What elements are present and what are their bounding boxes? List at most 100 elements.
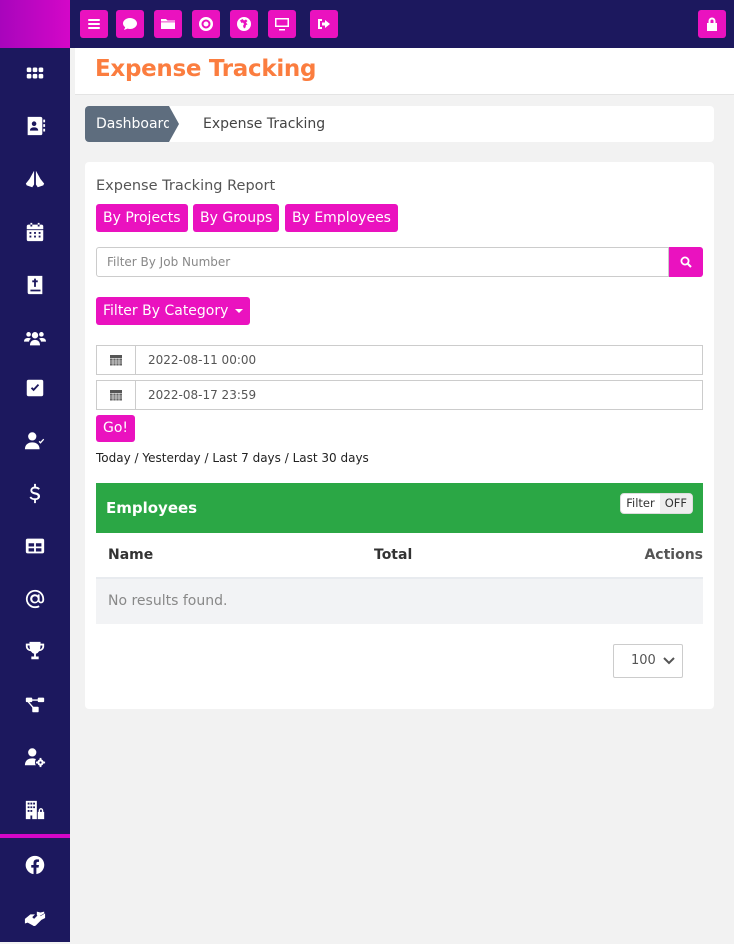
globe-icon: [237, 17, 251, 31]
table-empty-row: No results found.: [96, 577, 703, 624]
caret-down-icon: [234, 309, 243, 313]
bible-icon: [27, 275, 43, 295]
range-separator: /: [280, 451, 293, 465]
sign-out-button[interactable]: [310, 10, 338, 38]
at-icon: [25, 589, 45, 609]
range-today-link[interactable]: Today: [96, 451, 131, 465]
by-projects-button[interactable]: By Projects: [96, 204, 188, 232]
table-icon: [25, 538, 45, 554]
date-to-field[interactable]: 2022-08-17 23:59: [96, 380, 703, 410]
calendar-icon: [26, 222, 44, 242]
building-lock-icon: [25, 800, 45, 820]
employees-panel-title: Employees: [106, 499, 198, 517]
filter-toggle-label: Filter: [626, 496, 655, 510]
dollar-icon: [29, 483, 41, 504]
chevron-down-icon: [663, 657, 675, 665]
date-to-addon: [97, 381, 136, 409]
users-icon: [24, 332, 46, 346]
menu-icon: [88, 19, 100, 29]
column-header-actions: Actions: [644, 547, 703, 563]
search-button[interactable]: [669, 247, 703, 277]
user-cog-icon: [24, 748, 46, 768]
user-check-icon: [24, 432, 45, 450]
range-yesterday-link[interactable]: Yesterday: [142, 451, 200, 465]
lock-icon: [707, 17, 717, 31]
check-square-icon: [26, 379, 44, 397]
range-last-30-days-link[interactable]: Last 30 days: [293, 451, 369, 465]
filter-toggle[interactable]: Filter OFF: [620, 493, 693, 514]
sidebar-item-apps[interactable]: [0, 47, 70, 99]
quick-range-links: Today / Yesterday / Last 7 days / Last 3…: [96, 451, 369, 465]
breadcrumb: Dashboard Expense Tracking: [85, 106, 714, 142]
empty-message: No results found.: [108, 593, 228, 609]
date-to-value: 2022-08-17 23:59: [148, 388, 257, 402]
desktop-icon: [275, 18, 289, 31]
by-groups-button[interactable]: By Groups: [193, 204, 280, 232]
handshake-icon: [24, 911, 46, 927]
page-title: Expense Tracking: [95, 56, 317, 82]
trophy-icon: [25, 641, 45, 660]
date-from-value: 2022-08-11 00:00: [148, 353, 257, 367]
filter-toggle-state: OFF: [659, 494, 692, 513]
sidebar-item-tasks[interactable]: [0, 362, 70, 414]
sidebar-item-prayer[interactable]: [0, 153, 70, 205]
chat-button[interactable]: [116, 10, 144, 38]
report-card: Expense Tracking Report By Projects By G…: [85, 162, 714, 709]
column-header-total[interactable]: Total: [374, 533, 412, 577]
employees-table-header: Name Total Actions: [96, 533, 703, 577]
go-button[interactable]: Go!: [96, 415, 136, 442]
website-button[interactable]: [230, 10, 258, 38]
support-button[interactable]: [192, 10, 220, 38]
sidebar-item-achievements[interactable]: [0, 625, 70, 677]
calendar-icon: [110, 390, 122, 401]
page-size-value: 100: [631, 653, 656, 668]
top-navbar: [70, 0, 734, 48]
sitemap-icon: [25, 697, 45, 713]
range-separator: /: [200, 451, 213, 465]
page-header: Expense Tracking: [75, 48, 734, 95]
sidebar-item-structure[interactable]: [0, 678, 70, 730]
search-icon: [680, 256, 692, 268]
range-separator: /: [130, 451, 143, 465]
range-last-7-days-link[interactable]: Last 7 days: [212, 451, 281, 465]
sidebar-item-partners[interactable]: [0, 892, 70, 944]
lifebuoy-icon: [199, 17, 213, 31]
praying-hands-icon: [25, 170, 45, 188]
sidebar-item-bible[interactable]: [0, 259, 70, 311]
date-from-field[interactable]: 2022-08-11 00:00: [96, 345, 703, 375]
filter-by-category-label: Filter By Category: [103, 303, 229, 319]
facebook-icon: [25, 855, 45, 875]
report-title: Expense Tracking Report: [96, 178, 276, 194]
sidebar-item-email[interactable]: [0, 573, 70, 625]
lock-button[interactable]: [698, 10, 726, 38]
sidebar-item-organization[interactable]: [0, 784, 70, 836]
sidebar-item-facebook[interactable]: [0, 839, 70, 891]
menu-toggle-button[interactable]: [80, 10, 108, 38]
chat-icon: [123, 18, 137, 30]
sidebar-item-tables[interactable]: [0, 520, 70, 572]
by-employees-button[interactable]: By Employees: [285, 204, 398, 232]
folder-button[interactable]: [154, 10, 182, 38]
sidebar-item-contacts[interactable]: [0, 100, 70, 152]
folder-icon: [161, 19, 175, 29]
breadcrumb-dashboard-link[interactable]: Dashboard: [85, 106, 179, 142]
sidebar-item-attendance[interactable]: [0, 415, 70, 467]
filter-by-category-dropdown[interactable]: Filter By Category: [96, 297, 250, 325]
sidebar-item-finance[interactable]: [0, 468, 70, 520]
sidebar-item-groups[interactable]: [0, 312, 70, 364]
sidebar: [0, 0, 70, 942]
sidebar-divider: [0, 834, 70, 838]
column-header-name[interactable]: Name: [108, 533, 153, 577]
sign-out-icon: [318, 19, 330, 29]
sidebar-item-user-settings[interactable]: [0, 731, 70, 783]
sidebar-item-calendar[interactable]: [0, 206, 70, 258]
grid-icon: [26, 67, 44, 79]
display-button[interactable]: [268, 10, 296, 38]
job-number-filter-input[interactable]: [96, 247, 669, 277]
date-from-addon: [97, 346, 136, 374]
page-size-select[interactable]: 100: [613, 644, 683, 678]
logo[interactable]: [0, 0, 70, 48]
breadcrumb-current: Expense Tracking: [203, 116, 326, 132]
employees-panel-header: Employees Filter OFF: [96, 483, 703, 533]
address-book-icon: [27, 116, 46, 136]
